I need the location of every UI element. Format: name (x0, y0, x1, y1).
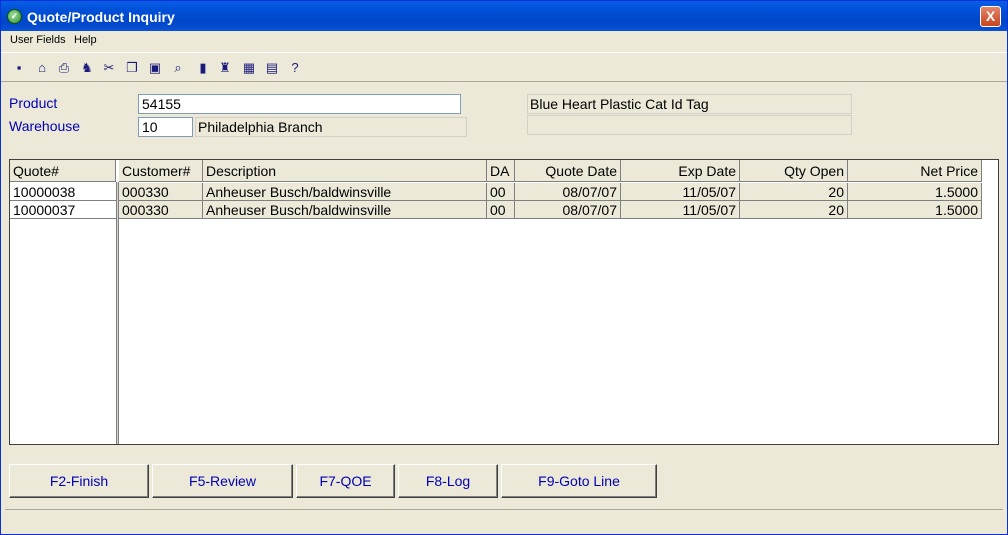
table-row-quote-date[interactable]: 08/07/07 (515, 183, 621, 201)
table-row-da[interactable]: 00 (487, 183, 515, 201)
col-header-da[interactable]: DA (487, 160, 515, 182)
table-row-exp-date[interactable]: 11/05/07 (621, 201, 740, 219)
title-bar[interactable]: ✓ Quote/Product Inquiry X (1, 1, 1007, 31)
save-icon[interactable]: ▪ (9, 57, 29, 79)
col-header-net-price[interactable]: Net Price (848, 160, 982, 182)
table-row-qty-open[interactable]: 20 (740, 201, 848, 219)
status-bar (5, 509, 1003, 531)
app-icon: ✓ (7, 9, 22, 24)
table-row-exp-date[interactable]: 11/05/07 (621, 183, 740, 201)
toolbar: ▪ ⌂ ⎙ ♞ ✂ ❐ ▣ ⌕ ▮ ♜ ▦ ▤ ? (1, 52, 1007, 82)
product-label: Product (9, 95, 58, 111)
calendar-icon[interactable]: ▤ (262, 57, 282, 79)
calculator-icon[interactable]: ▦ (239, 57, 259, 79)
table-row-da[interactable]: 00 (487, 201, 515, 219)
col-header-customer[interactable]: Customer# (119, 160, 203, 182)
copy-icon[interactable]: ❐ (122, 57, 142, 79)
product-description-2 (527, 115, 852, 135)
table-row-description[interactable]: Anheuser Busch/baldwinsville (203, 183, 487, 201)
building-icon[interactable]: ♜ (215, 57, 235, 79)
magnifier-icon[interactable]: ⌕ (168, 57, 188, 79)
table-row-net-price[interactable]: 1.5000 (848, 201, 982, 219)
quote-grid[interactable]: Quote# Customer# Description DA Quote Da… (9, 159, 999, 445)
col-header-description[interactable]: Description (203, 160, 487, 182)
menu-bar: User Fields Help (1, 31, 1007, 51)
f7-qoe-button[interactable]: F7-QOE (296, 464, 395, 498)
table-row-quote[interactable]: 10000038 (10, 183, 116, 201)
product-description: Blue Heart Plastic Cat Id Tag (527, 94, 852, 114)
frozen-column-divider (116, 182, 119, 444)
printer-icon[interactable]: ⎙ (54, 57, 74, 79)
table-row-quote[interactable]: 10000037 (10, 201, 116, 219)
table-row-description[interactable]: Anheuser Busch/baldwinsville (203, 201, 487, 219)
col-header-quote-date[interactable]: Quote Date (515, 160, 621, 182)
col-header-exp-date[interactable]: Exp Date (621, 160, 740, 182)
menu-help[interactable]: Help (74, 34, 97, 46)
warehouse-label: Warehouse (9, 118, 81, 134)
f5-review-button[interactable]: F5-Review (152, 464, 293, 498)
col-header-qty-open[interactable]: Qty Open (740, 160, 848, 182)
table-row-quote-date[interactable]: 08/07/07 (515, 201, 621, 219)
paste-icon[interactable]: ▣ (145, 57, 165, 79)
window-title: Quote/Product Inquiry (27, 9, 175, 25)
runner-icon[interactable]: ♞ (77, 57, 97, 79)
f9-goto-line-button[interactable]: F9-Goto Line (501, 464, 657, 498)
table-row-customer[interactable]: 000330 (119, 201, 203, 219)
close-button[interactable]: X (980, 6, 1001, 27)
warehouse-name: Philadelphia Branch (195, 117, 467, 137)
help-icon[interactable]: ? (285, 57, 305, 79)
quote-product-inquiry-window: ✓ Quote/Product Inquiry X User Fields He… (0, 0, 1008, 535)
scissors-icon[interactable]: ✂ (99, 57, 119, 79)
f8-log-button[interactable]: F8-Log (398, 464, 498, 498)
table-row-net-price[interactable]: 1.5000 (848, 183, 982, 201)
table-row-qty-open[interactable]: 20 (740, 183, 848, 201)
product-input[interactable]: 54155 (138, 94, 461, 114)
table-row-customer[interactable]: 000330 (119, 183, 203, 201)
basket-icon[interactable]: ⌂ (32, 57, 52, 79)
f2-finish-button[interactable]: F2-Finish (9, 464, 149, 498)
door-icon[interactable]: ▮ (193, 57, 213, 79)
menu-user-fields[interactable]: User Fields (10, 34, 66, 46)
col-header-quote[interactable]: Quote# (10, 160, 116, 182)
warehouse-input[interactable]: 10 (138, 117, 193, 137)
